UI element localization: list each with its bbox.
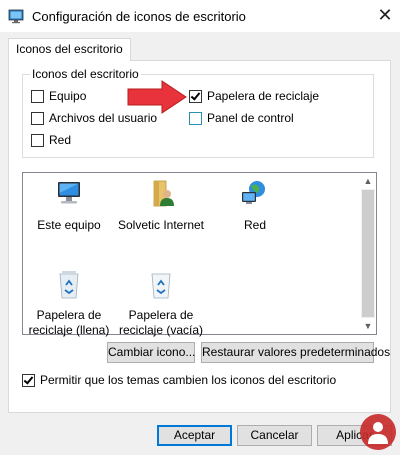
list-item-este-equipo[interactable]: Este equipo — [24, 178, 114, 233]
annotation-arrow-icon — [127, 80, 187, 114]
network-globe-icon — [242, 181, 265, 204]
list-item-label: Red — [243, 218, 266, 232]
list-item-label: Solvetic Internet — [117, 218, 205, 232]
checkbox-label: Papelera de reciclaje — [207, 89, 320, 103]
window-title: Configuración de iconos de escritorio — [32, 9, 246, 24]
checkbox-label: Panel de control — [207, 111, 294, 125]
user-folder-icon — [153, 180, 174, 207]
scroll-down-icon[interactable]: ▼ — [360, 318, 376, 334]
scrollbar-thumb[interactable] — [362, 190, 374, 317]
tab-desktop-icons[interactable]: Iconos del escritorio — [8, 38, 131, 61]
list-item-label-line2: reciclaje (llena) — [28, 323, 110, 337]
checkmark-icon — [190, 89, 201, 101]
checkbox-box[interactable] — [189, 89, 202, 103]
checkbox-papelera[interactable]: Papelera de reciclaje — [189, 89, 319, 103]
close-button[interactable]: ✕ — [374, 4, 396, 26]
list-item-label-line2: reciclaje (vacía) — [118, 323, 204, 337]
list-item-recycle-full[interactable]: Papelera de reciclaje (llena) — [24, 268, 114, 338]
watermark-logo-icon — [360, 414, 396, 450]
checkbox-allow-themes[interactable]: Permitir que los temas cambien los icono… — [22, 373, 336, 387]
list-item-label-line1: Papelera de — [36, 308, 102, 322]
list-item-label: Este equipo — [37, 218, 101, 232]
scroll-up-icon[interactable]: ▲ — [360, 173, 376, 189]
close-icon: ✕ — [377, 5, 393, 25]
checkbox-box[interactable] — [31, 133, 44, 147]
computer-icon — [58, 182, 80, 204]
checkbox-label: Equipo — [49, 89, 87, 103]
checkbox-box[interactable] — [189, 111, 202, 125]
checkbox-red[interactable]: Red — [31, 133, 71, 147]
recycle-bin-empty-icon — [151, 273, 171, 299]
group-legend: Iconos del escritorio — [30, 67, 141, 81]
checkmark-icon — [23, 373, 34, 385]
restore-defaults-button[interactable]: Restaurar valores predeterminados — [201, 342, 390, 363]
list-item-label-line1: Papelera de — [128, 308, 194, 322]
list-item-recycle-empty[interactable]: Papelera de reciclaje (vacía) — [116, 268, 206, 338]
desktop-settings-icon — [8, 9, 24, 24]
checkbox-label: Permitir que los temas cambien los icono… — [40, 373, 337, 387]
change-icon-button[interactable]: Cambiar icono... — [107, 342, 195, 363]
ok-button[interactable]: Aceptar — [157, 425, 232, 446]
list-item-red[interactable]: Red — [210, 178, 300, 233]
checkbox-panel-control[interactable]: Panel de control — [189, 111, 294, 125]
cancel-button[interactable]: Cancelar — [237, 425, 312, 446]
checkbox-box[interactable] — [31, 111, 44, 125]
recycle-bin-full-icon — [59, 271, 79, 299]
checkbox-box[interactable] — [22, 373, 35, 387]
checkbox-equipo[interactable]: Equipo — [31, 89, 86, 103]
list-item-user-files[interactable]: Solvetic Internet — [116, 178, 206, 233]
checkbox-label: Red — [49, 133, 72, 147]
checkbox-box[interactable] — [31, 89, 44, 103]
